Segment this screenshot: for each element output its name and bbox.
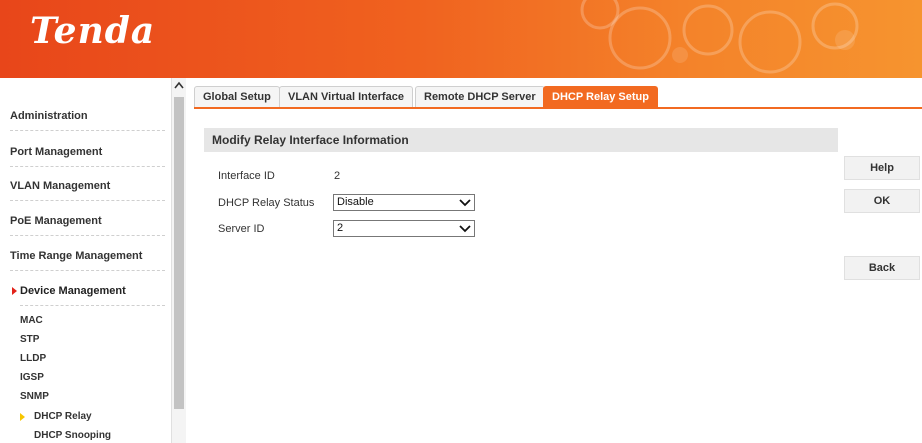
interface-id-label: Interface ID bbox=[218, 170, 275, 182]
sidebar-item-port-management[interactable]: Port Management bbox=[10, 146, 165, 167]
sidebar-item-vlan-management[interactable]: VLAN Management bbox=[10, 180, 165, 201]
sidebar-item-device-management[interactable]: Device Management bbox=[20, 285, 165, 306]
sidebar-item-time-range-management[interactable]: Time Range Management bbox=[10, 250, 165, 271]
sidebar-subitem-snmp[interactable]: SNMP bbox=[20, 391, 49, 402]
sidebar-item-poe-management[interactable]: PoE Management bbox=[10, 215, 165, 236]
sidebar-subitem-dhcp-snooping[interactable]: DHCP Snooping bbox=[34, 430, 111, 441]
sidebar-subitem-igsp[interactable]: IGSP bbox=[20, 372, 44, 383]
sidebar-subitem-dhcp-relay[interactable]: DHCP Relay bbox=[34, 411, 92, 422]
sidebar-subitem-stp[interactable]: STP bbox=[20, 334, 39, 345]
interface-id-value: 2 bbox=[334, 170, 341, 182]
tab-global-setup[interactable]: Global Setup bbox=[194, 86, 280, 107]
back-button[interactable]: Back bbox=[844, 256, 920, 280]
section-title: Modify Relay Interface Information bbox=[204, 128, 838, 152]
device-management-marker-icon bbox=[12, 287, 17, 295]
dhcp-relay-status-label: DHCP Relay Status bbox=[218, 197, 315, 209]
tab-remote-dhcp-server[interactable]: Remote DHCP Server bbox=[415, 86, 545, 107]
server-id-label: Server ID bbox=[218, 223, 265, 235]
tab-underline bbox=[194, 107, 922, 109]
chevron-down-icon bbox=[459, 199, 471, 207]
ok-button[interactable]: OK bbox=[844, 189, 920, 213]
dhcp-relay-status-select[interactable]: Disable bbox=[333, 194, 475, 211]
sidebar-subitem-lldp[interactable]: LLDP bbox=[20, 353, 46, 364]
dhcp-relay-status-value: Disable bbox=[337, 196, 374, 208]
dhcp-relay-marker-icon bbox=[20, 413, 25, 421]
top-header: Tenda bbox=[0, 0, 922, 78]
help-button[interactable]: Help bbox=[844, 156, 920, 180]
sidebar-scroll-thumb[interactable] bbox=[174, 97, 184, 409]
sidebar-item-administration[interactable]: Administration bbox=[10, 110, 165, 131]
tab-dhcp-relay-setup[interactable]: DHCP Relay Setup bbox=[543, 86, 658, 107]
server-id-value: 2 bbox=[337, 222, 344, 234]
server-id-select[interactable]: 2 bbox=[333, 220, 475, 237]
chevron-down-icon bbox=[459, 225, 471, 233]
chevron-up-icon[interactable] bbox=[172, 80, 186, 94]
sidebar: Administration Port Management VLAN Mana… bbox=[0, 78, 172, 443]
sidebar-subitem-mac[interactable]: MAC bbox=[20, 315, 43, 326]
tab-vlan-virtual-interface[interactable]: VLAN Virtual Interface bbox=[279, 86, 413, 107]
tenda-logo: Tenda bbox=[30, 10, 156, 52]
